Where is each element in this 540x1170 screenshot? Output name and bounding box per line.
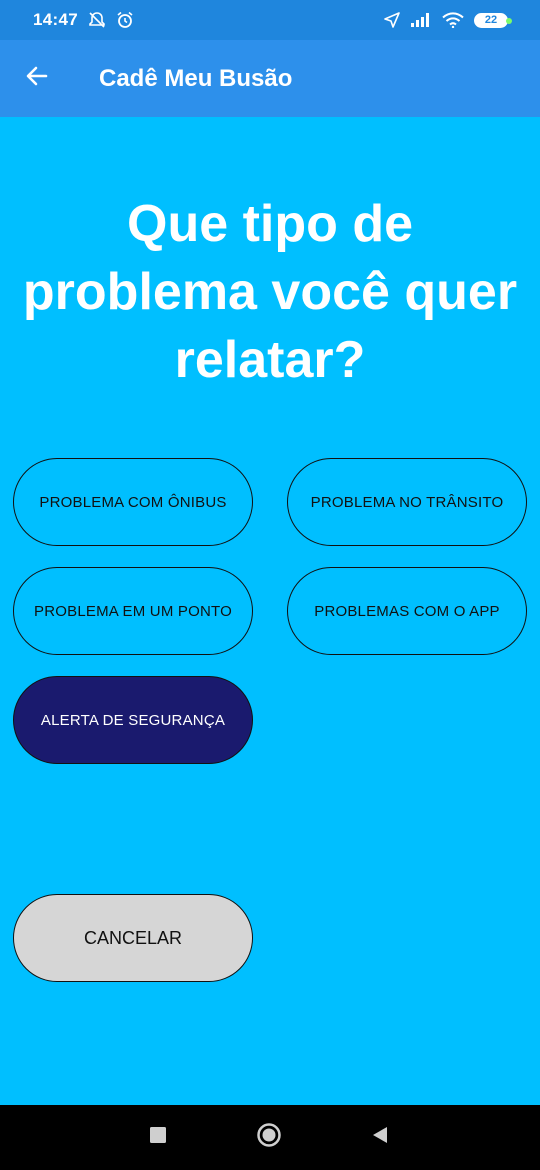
muted-alarm-icon	[88, 11, 106, 29]
navigation-bar	[0, 1105, 540, 1170]
recent-apps-icon	[149, 1126, 167, 1149]
home-button[interactable]	[229, 1105, 309, 1170]
arrow-left-icon	[25, 64, 49, 93]
status-left: 14:47	[33, 10, 134, 30]
wifi-icon	[442, 12, 464, 28]
option-problema-onibus-button[interactable]: PROBLEMA COM ÔNIBUS	[13, 458, 253, 546]
app-title: Cadê Meu Busão	[99, 64, 293, 92]
option-alerta-seguranca-button[interactable]: ALERTA DE SEGURANÇA	[13, 676, 253, 764]
battery-icon: 22	[474, 12, 512, 28]
home-icon	[256, 1122, 282, 1153]
app-bar: Cadê Meu Busão	[0, 40, 540, 117]
signal-icon	[410, 12, 432, 28]
nav-back-button[interactable]	[340, 1105, 420, 1170]
status-right: 22	[384, 12, 512, 28]
recent-apps-button[interactable]	[118, 1105, 198, 1170]
option-problemas-app-button[interactable]: PROBLEMAS COM O APP	[287, 567, 527, 655]
option-problema-transito-button[interactable]: PROBLEMA NO TRÂNSITO	[287, 458, 527, 546]
question-heading: Que tipo de problema você quer relatar?	[22, 195, 518, 389]
location-arrow-icon	[384, 12, 400, 28]
status-time: 14:47	[33, 10, 78, 29]
back-triangle-icon	[371, 1126, 389, 1149]
alarm-icon	[116, 11, 134, 29]
cancel-button[interactable]: CANCELAR	[13, 894, 253, 982]
option-problema-ponto-button[interactable]: PROBLEMA EM UM PONTO	[13, 567, 253, 655]
back-button[interactable]	[0, 40, 74, 117]
status-bar: 14:47 22	[0, 0, 540, 40]
